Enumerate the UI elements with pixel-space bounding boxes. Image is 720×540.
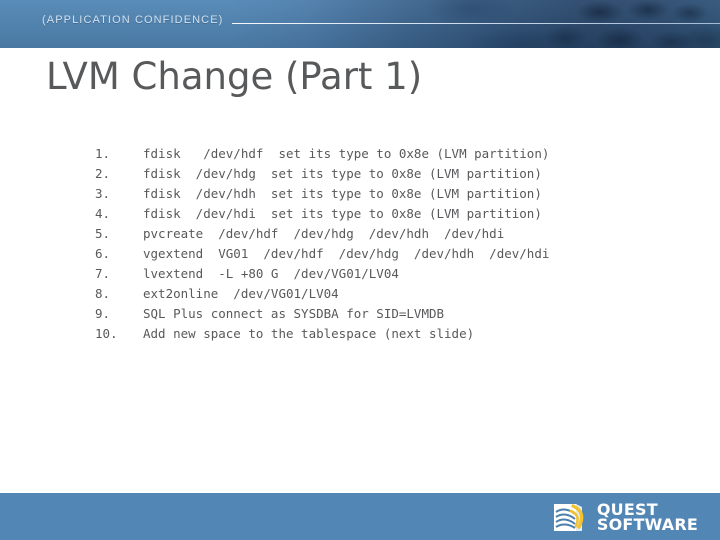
list-item-text: fdisk /dev/hdi set its type to 0x8e (LVM… <box>143 206 542 221</box>
list-item-number: 7. <box>95 266 111 281</box>
list-item-text: SQL Plus connect as SYSDBA for SID=LVMDB <box>143 306 445 321</box>
list-item-text: ext2online /dev/VG01/LV04 <box>143 286 339 301</box>
list-item-number: 4. <box>95 206 111 221</box>
list-item-number: 9. <box>95 306 111 321</box>
header-tagline: (APPLICATION CONFIDENCE) <box>42 14 224 26</box>
quest-logo-wordmark: QUEST SOFTWARE <box>596 502 698 534</box>
slide: (APPLICATION CONFIDENCE) LVM Change (Par… <box>0 0 720 540</box>
list-item: 7. lvextend -L +80 G /dev/VG01/LV04 <box>95 266 655 286</box>
logo-line-software: SOFTWARE <box>596 515 698 534</box>
steps-list: 1. fdisk /dev/hdf set its type to 0x8e (… <box>95 146 655 346</box>
list-item: 6. vgextend VG01 /dev/hdf /dev/hdg /dev/… <box>95 246 655 266</box>
quest-software-logo: QUEST SOFTWARE <box>551 500 698 534</box>
header-banner: (APPLICATION CONFIDENCE) <box>0 0 720 48</box>
list-item-text: pvcreate /dev/hdf /dev/hdg /dev/hdh /dev… <box>143 226 505 241</box>
list-item-number: 2. <box>95 166 111 181</box>
list-item-number: 10. <box>95 326 118 341</box>
list-item-number: 3. <box>95 186 111 201</box>
list-item: 9. SQL Plus connect as SYSDBA for SID=LV… <box>95 306 655 326</box>
list-item-text: Add new space to the tablespace (next sl… <box>143 326 475 341</box>
list-item: 5. pvcreate /dev/hdf /dev/hdg /dev/hdh /… <box>95 226 655 246</box>
list-item-number: 5. <box>95 226 111 241</box>
list-item: 4. fdisk /dev/hdi set its type to 0x8e (… <box>95 206 655 226</box>
list-item: 1. fdisk /dev/hdf set its type to 0x8e (… <box>95 146 655 166</box>
list-item-text: fdisk /dev/hdf set its type to 0x8e (LVM… <box>143 146 550 161</box>
list-item: 10. Add new space to the tablespace (nex… <box>95 326 655 346</box>
list-item-text: vgextend VG01 /dev/hdf /dev/hdg /dev/hdh… <box>143 246 550 261</box>
list-item-number: 6. <box>95 246 111 261</box>
list-item: 8. ext2online /dev/VG01/LV04 <box>95 286 655 306</box>
list-item-text: fdisk /dev/hdg set its type to 0x8e (LVM… <box>143 166 542 181</box>
header-rule-line <box>232 23 720 24</box>
list-item-number: 1. <box>95 146 111 161</box>
list-item: 3. fdisk /dev/hdh set its type to 0x8e (… <box>95 186 655 206</box>
list-item-text: fdisk /dev/hdh set its type to 0x8e (LVM… <box>143 186 542 201</box>
list-item-text: lvextend -L +80 G /dev/VG01/LV04 <box>143 266 399 281</box>
list-item: 2. fdisk /dev/hdg set its type to 0x8e (… <box>95 166 655 186</box>
quest-logo-icon <box>551 501 591 533</box>
list-item-number: 8. <box>95 286 111 301</box>
page-title: LVM Change (Part 1) <box>46 55 423 98</box>
